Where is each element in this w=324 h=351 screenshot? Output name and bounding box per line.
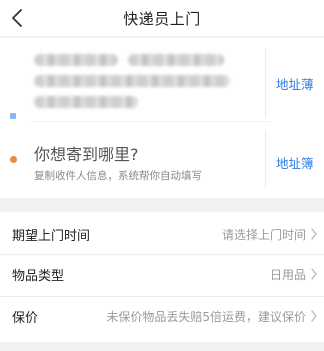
address-card: 地址薄 你想寄到哪里? 复制收件人信息，系统帮你自动填写 地址簿 [0,38,324,198]
receiver-address-book-link[interactable]: 地址簿 [276,153,314,172]
row-label: 物品类型 [12,269,65,284]
row-label: 保价 [12,311,39,326]
sender-dot-icon [10,113,16,119]
chevron-right-icon [311,268,317,280]
receiver-address-prompt[interactable]: 你想寄到哪里? [34,141,139,165]
sender-address-blurred[interactable] [30,48,250,110]
item-type-row[interactable]: 物品类型 日用品 [0,254,324,294]
row-value: 未保价物品丢失赔5倍运费，建议保价 [106,310,306,324]
shipment-options: 期望上门时间 请选择上门时间 物品类型 日用品 保价 未保价物品丢失赔5倍运费，… [0,212,324,342]
page-title: 快递员上门 [123,10,201,28]
row-label: 期望上门时间 [12,229,91,244]
top-bar: 快递员上门 [0,0,324,36]
receiver-address-hint: 复制收件人信息，系统帮你自动填写 [34,170,202,182]
pickup-time-row[interactable]: 期望上门时间 请选择上门时间 [0,214,324,254]
divider [30,121,270,122]
row-value: 请选择上门时间 [221,228,306,242]
blurred-text-line [34,75,230,87]
blurred-text-line [34,96,138,108]
divider [265,130,266,188]
chevron-right-icon [311,228,317,240]
row-value: 日用品 [269,268,306,282]
divider [265,48,266,118]
chevron-right-icon [311,310,317,322]
blurred-text-line [128,54,224,66]
insurance-row[interactable]: 保价 未保价物品丢失赔5倍运费，建议保价 [0,296,324,336]
receiver-dot-icon [10,156,17,163]
sender-address-book-link[interactable]: 地址薄 [276,74,314,93]
page: 快递员上门 地址薄 你想寄到哪里? 复制收件人信息，系统帮你自动填写 地址簿 期… [0,0,324,351]
blurred-text-line [34,54,118,66]
